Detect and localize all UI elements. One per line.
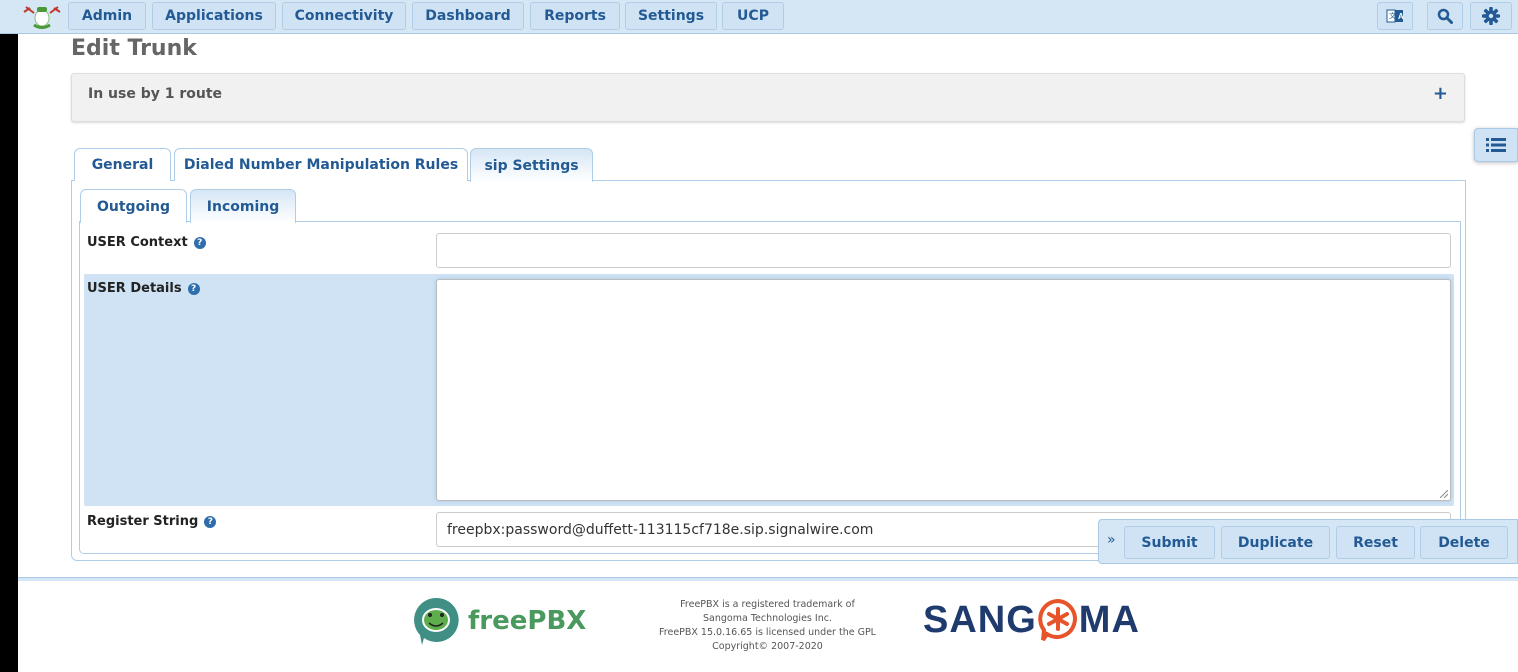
gear-icon [1482,7,1500,25]
nav-settings[interactable]: Settings [625,2,717,30]
usage-text: In use by 1 route [88,86,223,102]
sangoma-logo[interactable]: SANG MA [923,598,1140,642]
subtab-incoming[interactable]: Incoming [190,189,296,223]
user-details-label-text: USER Details [87,281,182,296]
help-icon[interactable]: ? [193,236,206,249]
translate-icon: A 文 [1386,9,1404,23]
help-icon[interactable]: ? [187,282,200,295]
nav-dashboard[interactable]: Dashboard [412,2,524,30]
freepbx-brand-text: freePBX [468,606,587,636]
nav-admin[interactable]: Admin [68,2,146,30]
tab-general[interactable]: General [74,148,171,181]
delete-button[interactable]: Delete [1420,526,1508,559]
top-nav-bar: Admin Applications Connectivity Dashboar… [0,0,1518,34]
footer-line: Copyright© 2007-2020 [712,641,823,652]
tab-dialed-number-manipulation-rules[interactable]: Dialed Number Manipulation Rules [174,148,468,181]
nav-reports[interactable]: Reports [530,2,620,30]
svg-text:A: A [1398,12,1404,21]
window-edge [0,34,18,672]
svg-text:文: 文 [1389,11,1396,20]
sangoma-asterisk-icon [1038,598,1077,642]
settings-button[interactable] [1470,2,1512,30]
freepbx-logo[interactable]: freePBX [410,595,586,647]
duplicate-button[interactable]: Duplicate [1221,526,1330,559]
sidebar-toggle-button[interactable] [1474,128,1518,162]
footer-line: FreePBX 15.0.16.65 is licensed under the… [659,627,876,638]
collapse-actions-icon[interactable]: » [1107,532,1116,548]
tab-sip-settings[interactable]: sip Settings [470,148,593,182]
list-icon [1486,138,1506,152]
footer-legal: FreePBX is a registered trademark of San… [640,598,895,654]
expand-icon[interactable]: + [1433,83,1448,104]
user-details-textarea[interactable] [436,279,1451,501]
reset-button[interactable]: Reset [1336,526,1415,559]
user-context-input[interactable] [436,233,1451,268]
register-string-label-text: Register String [87,514,199,529]
language-button[interactable]: A 文 [1377,2,1413,30]
usage-panel[interactable]: In use by 1 route + [71,73,1465,122]
nav-applications[interactable]: Applications [152,2,276,30]
page-title: Edit Trunk [71,36,197,61]
footer-line: FreePBX is a registered trademark of [680,599,855,610]
footer-divider [18,577,1518,581]
search-icon [1437,8,1453,24]
freepbx-frog-logo[interactable] [22,3,62,29]
user-context-label-text: USER Context [87,235,188,250]
user-details-label: USER Details ? [87,281,200,296]
sangoma-text-right: MA [1078,598,1140,641]
action-bar: » Submit Duplicate Reset Delete [1098,519,1518,564]
help-icon[interactable]: ? [204,515,217,528]
submit-button[interactable]: Submit [1124,526,1215,559]
sangoma-text-left: SANG [923,598,1037,641]
nav-ucp[interactable]: UCP [722,2,784,30]
register-string-label: Register String ? [87,514,217,529]
nav-connectivity[interactable]: Connectivity [282,2,406,30]
search-button[interactable] [1427,2,1463,30]
user-context-label: USER Context ? [87,235,206,250]
freepbx-frog-icon [414,597,459,645]
footer-line: Sangoma Technologies Inc. [703,613,832,624]
subtab-outgoing[interactable]: Outgoing [80,189,187,223]
resize-handle-icon[interactable] [1440,490,1448,498]
